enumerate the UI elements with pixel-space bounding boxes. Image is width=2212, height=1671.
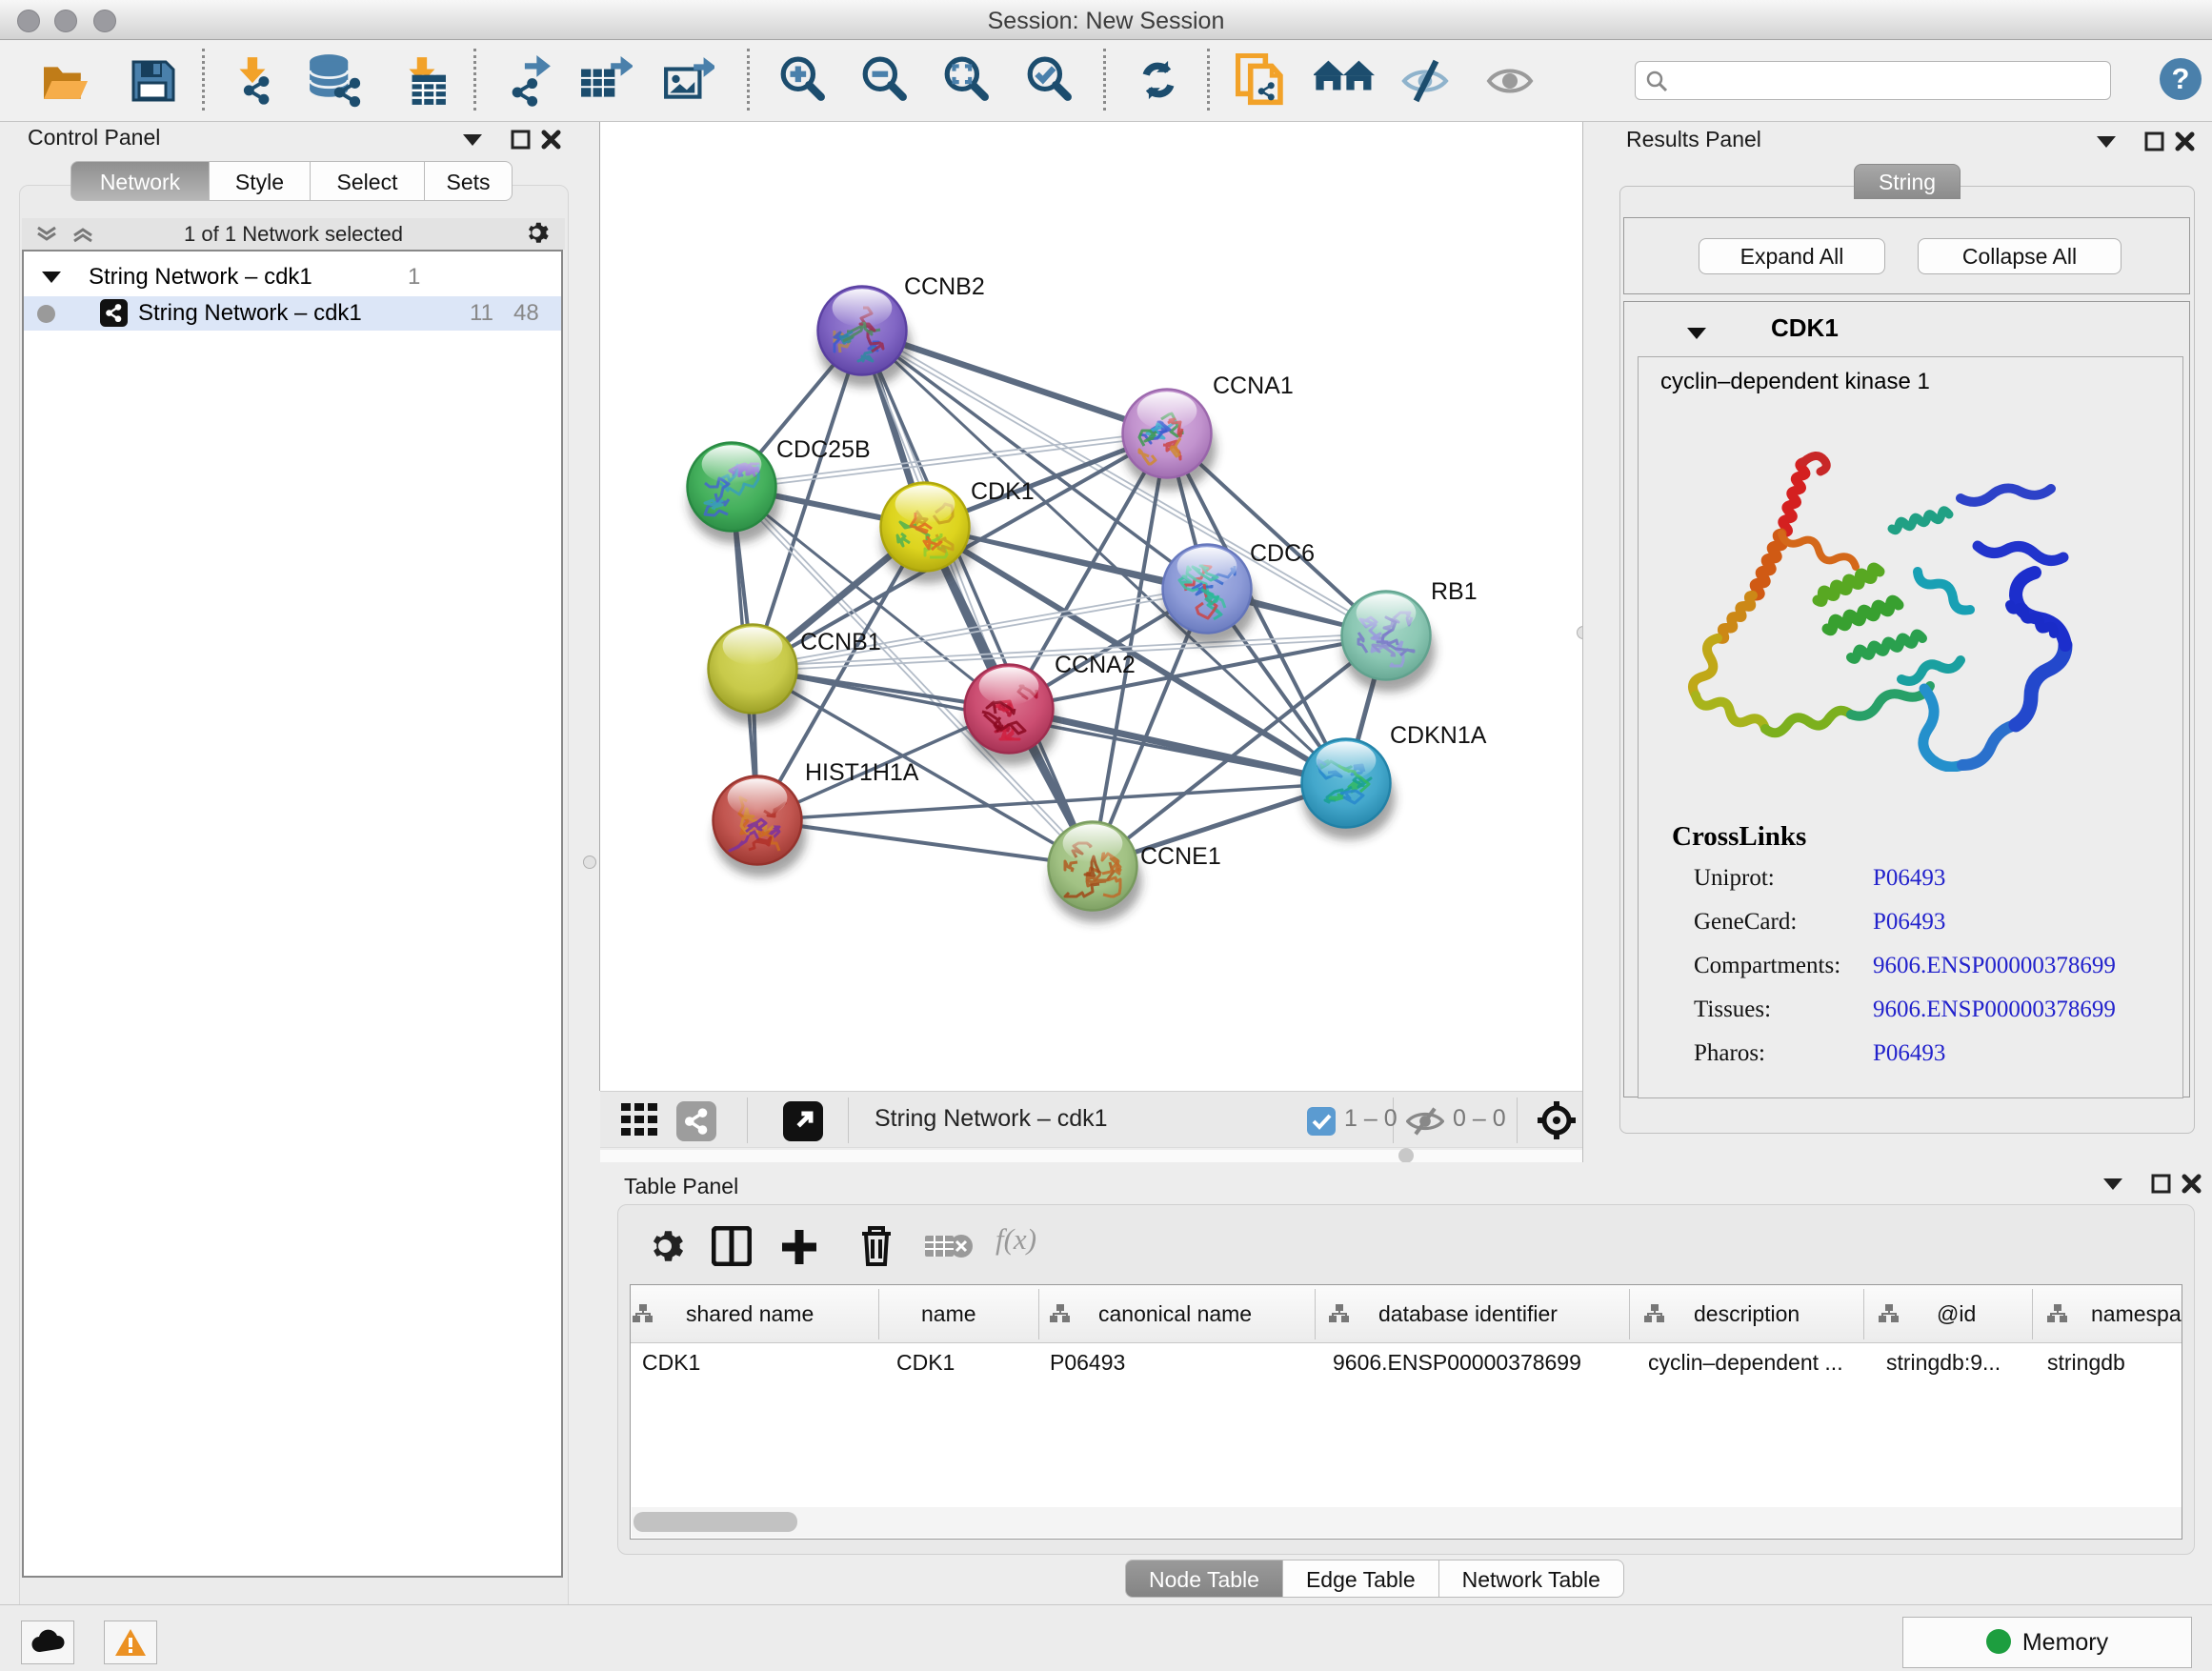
svg-text:CDKN1A: CDKN1A	[1390, 722, 1487, 749]
svg-text:CDC25B: CDC25B	[776, 436, 871, 463]
svg-text:RB1: RB1	[1431, 578, 1478, 605]
svg-text:CDC6: CDC6	[1250, 540, 1315, 567]
svg-text:CDK1: CDK1	[971, 478, 1035, 505]
svg-text:CCNA2: CCNA2	[1055, 652, 1136, 678]
svg-text:HIST1H1A: HIST1H1A	[805, 759, 919, 786]
svg-text:CCNE1: CCNE1	[1140, 843, 1221, 870]
svg-text:CCNB2: CCNB2	[904, 273, 985, 300]
svg-text:CCNB1: CCNB1	[800, 629, 881, 655]
svg-text:CCNA1: CCNA1	[1213, 372, 1294, 399]
